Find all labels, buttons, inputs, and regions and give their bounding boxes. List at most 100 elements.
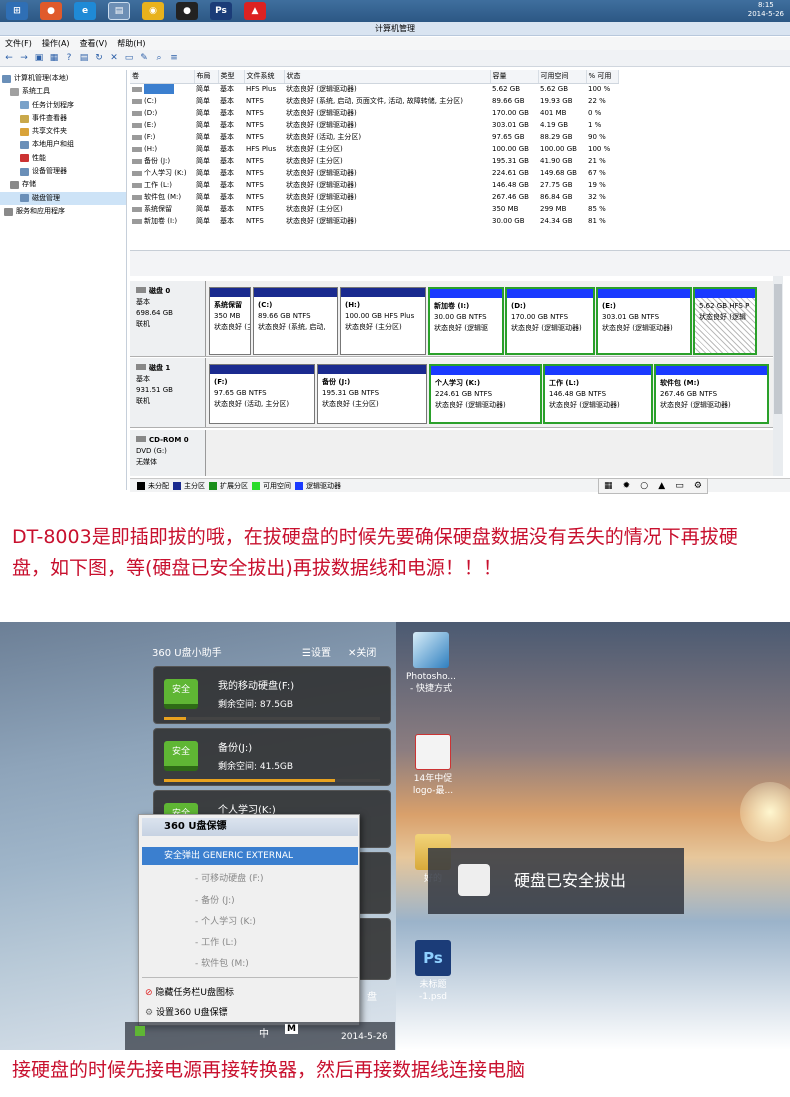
column-header[interactable]: % 可用 xyxy=(586,70,619,84)
tree-node[interactable]: 磁盘管理 xyxy=(0,191,126,205)
view-icon[interactable]: ▦ xyxy=(48,52,60,64)
tree-node[interactable]: 服务和应用程序 xyxy=(0,205,126,218)
disk1-label[interactable]: 磁盘 1 基本 931.51 GB 联机 xyxy=(130,358,206,427)
table-cell: 基本 xyxy=(220,205,234,213)
wizard-icon[interactable]: ✎ xyxy=(138,52,150,64)
table-row[interactable]: (F:) 简单 基本 NTFS 状态良好 (活动, 主分区) 97.65 GB 88.29 … xyxy=(130,131,618,143)
browser-icon[interactable]: ◉ xyxy=(142,2,164,20)
column-header[interactable]: 可用空间 xyxy=(538,70,587,84)
sub-item-l[interactable]: - 工作 (L:) xyxy=(195,935,237,948)
drive-card-f[interactable]: 安全 我的移动硬盘(F:) 剩余空间: 87.5GB xyxy=(153,666,391,724)
tree-node[interactable]: 共享文件夹 xyxy=(0,125,126,138)
sub-item-k[interactable]: - 个人学习 (K:) xyxy=(195,914,256,927)
disk-scrollbar[interactable] xyxy=(773,276,783,476)
tree-node[interactable]: 任务计划程序 xyxy=(0,99,126,112)
partition-block[interactable]: 个人学习 (K:) 224.61 GB NTFS 状态良好 (逻辑驱动器) xyxy=(429,364,542,424)
partition-block[interactable]: 软件包 (M:) 267.46 GB NTFS 状态良好 (逻辑驱动器) xyxy=(654,364,769,424)
partition-block[interactable]: (H:) 100.00 GB HFS Plus 状态良好 (主分区) xyxy=(340,287,426,355)
properties-icon[interactable]: ▤ xyxy=(78,52,90,64)
windows-start-icon[interactable]: ⊞ xyxy=(6,2,28,20)
partition-block[interactable]: 新加卷 (I:) 30.00 GB NTFS 状态良好 (逻辑驱 xyxy=(428,287,504,355)
pane-splitter[interactable] xyxy=(130,250,790,276)
close-link[interactable]: ✕关闭 xyxy=(348,644,376,664)
back-icon[interactable]: ← xyxy=(3,52,15,64)
m-icon[interactable]: M xyxy=(285,1024,298,1034)
photoshop-shortcut[interactable]: Photosho... - 快捷方式 xyxy=(398,632,464,695)
search-icon[interactable]: ⌕ xyxy=(153,52,165,64)
folder-icon[interactable]: ▣ xyxy=(33,52,45,64)
table-row[interactable]: 新加卷 (I:) 简单 基本 NTFS 状态良好 (逻辑驱动器) 30.00 GB 24.3… xyxy=(130,215,618,227)
tree-node[interactable]: 事件查看器 xyxy=(0,112,126,125)
ime-icon[interactable]: 中 xyxy=(259,1025,269,1040)
tree-node[interactable]: 设备管理器 xyxy=(0,165,126,178)
360-icon[interactable]: ▲ xyxy=(244,2,266,20)
table-row[interactable]: 备份 (J:) 简单 基本 NTFS 状态良好 (主分区) 195.31 GB 41.90 … xyxy=(130,155,618,167)
up-icon[interactable]: ▲ xyxy=(658,481,665,491)
sub-item-m[interactable]: - 软件包 (M:) xyxy=(195,956,249,969)
table-row[interactable]: (E:) 简单 基本 NTFS 状态良好 (逻辑驱动器) 303.01 GB 4.19 GB… xyxy=(130,119,618,131)
computer-management-icon[interactable]: ▤ xyxy=(108,2,130,20)
list-icon[interactable]: ≡ xyxy=(168,52,180,64)
settings-link[interactable]: ☰设置 xyxy=(302,644,331,664)
table-cell: HFS Plus xyxy=(246,85,277,94)
partition-block[interactable]: 5.62 GB HFS P 状态良好 (逻辑 xyxy=(693,287,757,355)
settings-item[interactable]: ⚙ 设置360 U盘保镖 xyxy=(145,1005,228,1018)
table-row[interactable]: 工作 (L:) 简单 基本 NTFS 状态良好 (逻辑驱动器) 146.48 GB 27.7… xyxy=(130,179,618,191)
menu-item[interactable]: 操作(A) xyxy=(42,38,70,49)
disk0-label[interactable]: 磁盘 0 基本 698.64 GB 联机 xyxy=(130,281,206,356)
tree-node[interactable]: 存储 xyxy=(0,178,126,191)
psd-file[interactable]: Ps 未标题 -1.psd xyxy=(400,940,466,1003)
column-header[interactable]: 类型 xyxy=(218,70,245,84)
table-row[interactable]: 软件包 (M:) 简单 基本 NTFS 状态良好 (逻辑驱动器) 267.46 GB 86.… xyxy=(130,191,618,203)
column-header[interactable]: 布局 xyxy=(194,70,219,84)
brightness-icon[interactable]: ✹ xyxy=(623,481,631,491)
help-icon[interactable]: ? xyxy=(63,52,75,64)
tree-node[interactable]: 计算机管理(本地) xyxy=(0,72,126,85)
partition-block[interactable]: 备份 (J:) 195.31 GB NTFS 状态良好 (主分区) xyxy=(317,364,427,424)
drive-card-j[interactable]: 安全 备份(J:) 剩余空间: 41.5GB xyxy=(153,728,391,786)
menu-item[interactable]: 帮助(H) xyxy=(117,38,145,49)
partition-block[interactable]: (C:) 89.66 GB NTFS 状态良好 (系统, 启动, xyxy=(253,287,338,355)
drive-space: 剩余空间: 87.5GB xyxy=(218,700,294,710)
column-header[interactable]: 容量 xyxy=(490,70,539,84)
table-row[interactable]: (C:) 简单 基本 NTFS 状态良好 (系统, 启动, 页面文件, 活动, 故障转储… xyxy=(130,95,618,107)
menu-item[interactable]: 查看(V) xyxy=(80,38,108,49)
table-row[interactable]: (H:) 简单 基本 HFS Plus 状态良好 (主分区) 100.00 GB 100.0… xyxy=(130,143,618,155)
partition-block[interactable]: (D:) 170.00 GB NTFS 状态良好 (逻辑驱动器) xyxy=(505,287,595,355)
grid-icon[interactable]: ▦ xyxy=(604,481,613,491)
partition-block[interactable]: 系统保留 350 MB 状态良好 (主分区) xyxy=(209,287,251,355)
column-header[interactable]: 文件系统 xyxy=(244,70,285,84)
gear-icon[interactable]: ⚙ xyxy=(694,481,702,491)
photoshop-icon[interactable]: Ps xyxy=(210,2,232,20)
forward-icon[interactable]: → xyxy=(18,52,30,64)
qq-icon[interactable]: ● xyxy=(176,2,198,20)
tree-node[interactable]: 性能 xyxy=(0,152,126,165)
ie-icon[interactable]: e xyxy=(74,2,96,20)
partition-block[interactable]: (E:) 303.01 GB NTFS 状态良好 (逻辑驱动器) xyxy=(596,287,692,355)
table-row[interactable]: 简单 基本 HFS Plus 状态良好 (逻辑驱动器) 5.62 GB 5.62 GB 10… xyxy=(130,83,618,95)
app-icon[interactable]: ● xyxy=(40,2,62,20)
column-header[interactable]: 卷 xyxy=(130,70,195,84)
column-header[interactable]: 状态 xyxy=(284,70,491,84)
cdrom-label[interactable]: CD-ROM 0 DVD (G:) 无媒体 xyxy=(130,430,206,476)
eject-menu-item[interactable]: 安全弹出 GENERIC EXTERNAL xyxy=(142,847,358,865)
table-row[interactable]: (D:) 简单 基本 NTFS 状态良好 (逻辑驱动器) 170.00 GB 401 MB 0… xyxy=(130,107,618,119)
sub-item-j[interactable]: - 备份 (J:) xyxy=(195,893,235,906)
table-row[interactable]: 个人学习 (K:) 简单 基本 NTFS 状态良好 (逻辑驱动器) 224.61 GB 14… xyxy=(130,167,618,179)
partition-block[interactable]: 工作 (L:) 146.48 GB NTFS 状态良好 (逻辑驱动器) xyxy=(543,364,653,424)
usb-tray-icon[interactable] xyxy=(135,1026,145,1036)
menu-item[interactable]: 文件(F) xyxy=(5,38,32,49)
refresh-icon[interactable]: ↻ xyxy=(93,52,105,64)
tree-node[interactable]: 本地用户和组 xyxy=(0,138,126,151)
delete-icon[interactable]: ✕ xyxy=(108,52,120,64)
monitor-icon[interactable]: ▭ xyxy=(675,481,684,491)
hide-icon-item[interactable]: ⊘ 隐藏任务栏U盘图标 xyxy=(145,985,234,998)
table-row[interactable]: 系统保留 简单 基本 NTFS 状态良好 (主分区) 350 MB 299 MB 85 % xyxy=(130,203,618,215)
clock[interactable]: 8:15 2014-5-26 xyxy=(748,1,784,19)
sub-item-f[interactable]: - 可移动硬盘 (F:) xyxy=(195,871,264,884)
promo-logo-file[interactable]: 14年中促 logo-最... xyxy=(400,734,466,797)
tree-node[interactable]: 系统工具 xyxy=(0,85,126,98)
circle-icon[interactable]: ○ xyxy=(640,481,648,491)
open-icon[interactable]: ▭ xyxy=(123,52,135,64)
partition-block[interactable]: (F:) 97.65 GB NTFS 状态良好 (活动, 主分区) xyxy=(209,364,315,424)
